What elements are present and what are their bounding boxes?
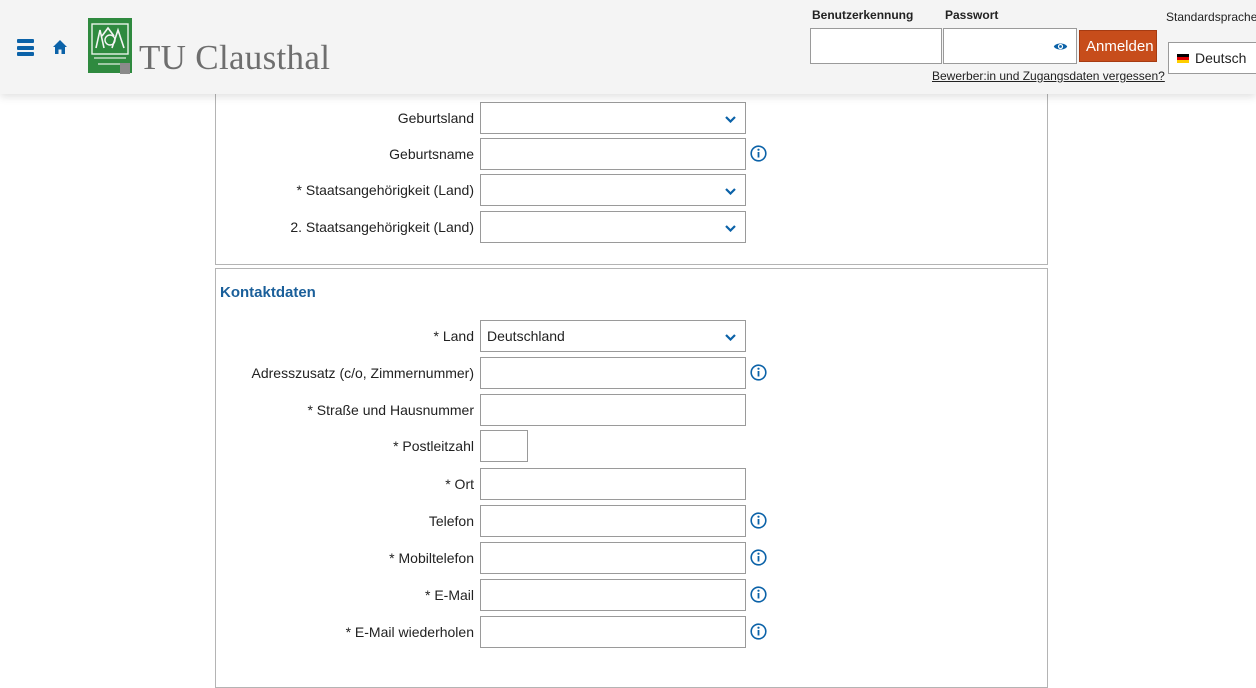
label-ort: * Ort — [445, 476, 474, 492]
login-button[interactable]: Anmelden — [1079, 30, 1157, 62]
german-flag-icon — [1177, 53, 1189, 63]
staatsangehoerigkeit-select[interactable] — [480, 174, 746, 206]
geburtsname-input[interactable] — [480, 138, 746, 170]
chevron-down-icon — [725, 116, 736, 123]
chevron-down-icon — [725, 225, 736, 232]
info-icon[interactable] — [750, 512, 767, 529]
password-label: Passwort — [945, 8, 999, 22]
adresszusatz-input[interactable] — [480, 357, 746, 389]
forgot-credentials-link[interactable]: Bewerber:in und Zugangsdaten vergessen? — [932, 69, 1165, 83]
ort-input[interactable] — [480, 468, 746, 500]
label-adresszusatz: Adresszusatz (c/o, Zimmernummer) — [251, 365, 474, 381]
geburtsland-select[interactable] — [480, 102, 746, 134]
username-input[interactable] — [810, 28, 942, 64]
info-icon[interactable] — [750, 549, 767, 566]
brand-name[interactable]: TU Clausthal — [139, 38, 330, 78]
email-repeat-input[interactable] — [480, 616, 746, 648]
label-geburtsland: Geburtsland — [397, 110, 474, 126]
section-title-kontaktdaten: Kontaktdaten — [220, 284, 316, 301]
label-postleitzahl: * Postleitzahl — [393, 438, 474, 454]
info-icon[interactable] — [750, 623, 767, 640]
zweite-staatsangehoerigkeit-select[interactable] — [480, 211, 746, 243]
label-geburtsname: Geburtsname — [389, 146, 474, 162]
hamburger-menu-icon[interactable] — [17, 39, 34, 56]
language-value: Deutsch — [1195, 50, 1247, 66]
eye-icon[interactable] — [1053, 39, 1068, 54]
home-icon[interactable] — [52, 39, 68, 55]
label-strasse: * Straße und Hausnummer — [307, 402, 474, 418]
label-staatsangehoerigkeit: * Staatsangehörigkeit (Land) — [296, 182, 474, 198]
mobiltelefon-input[interactable] — [480, 542, 746, 574]
label-email: * E-Mail — [424, 587, 474, 603]
username-label: Benutzerkennung — [812, 8, 914, 22]
label-land: * Land — [433, 328, 474, 344]
email-input[interactable] — [480, 579, 746, 611]
password-input[interactable] — [944, 29, 1048, 63]
label-telefon: Telefon — [428, 513, 474, 529]
label-email-wiederholen: * E-Mail wiederholen — [345, 624, 474, 640]
chevron-down-icon — [725, 188, 736, 195]
telefon-input[interactable] — [480, 505, 746, 537]
postleitzahl-input[interactable] — [480, 430, 528, 462]
logo-accent — [120, 63, 130, 74]
info-icon[interactable] — [750, 145, 767, 162]
password-field[interactable] — [943, 28, 1077, 64]
info-icon[interactable] — [750, 586, 767, 603]
info-icon[interactable] — [750, 364, 767, 381]
label-mobiltelefon: * Mobiltelefon — [389, 550, 474, 566]
chevron-down-icon — [725, 334, 736, 341]
top-header: TU Clausthal Benutzerkennung Passwort An… — [0, 0, 1256, 94]
label-zweite-staatsangehoerigkeit: 2. Staatsangehörigkeit (Land) — [290, 219, 474, 235]
land-select[interactable]: Deutschland — [480, 320, 746, 352]
language-select[interactable]: Deutsch — [1168, 42, 1256, 74]
language-label: Standardsprache — [1166, 10, 1256, 24]
strasse-input[interactable] — [480, 394, 746, 426]
land-value: Deutschland — [487, 328, 565, 344]
